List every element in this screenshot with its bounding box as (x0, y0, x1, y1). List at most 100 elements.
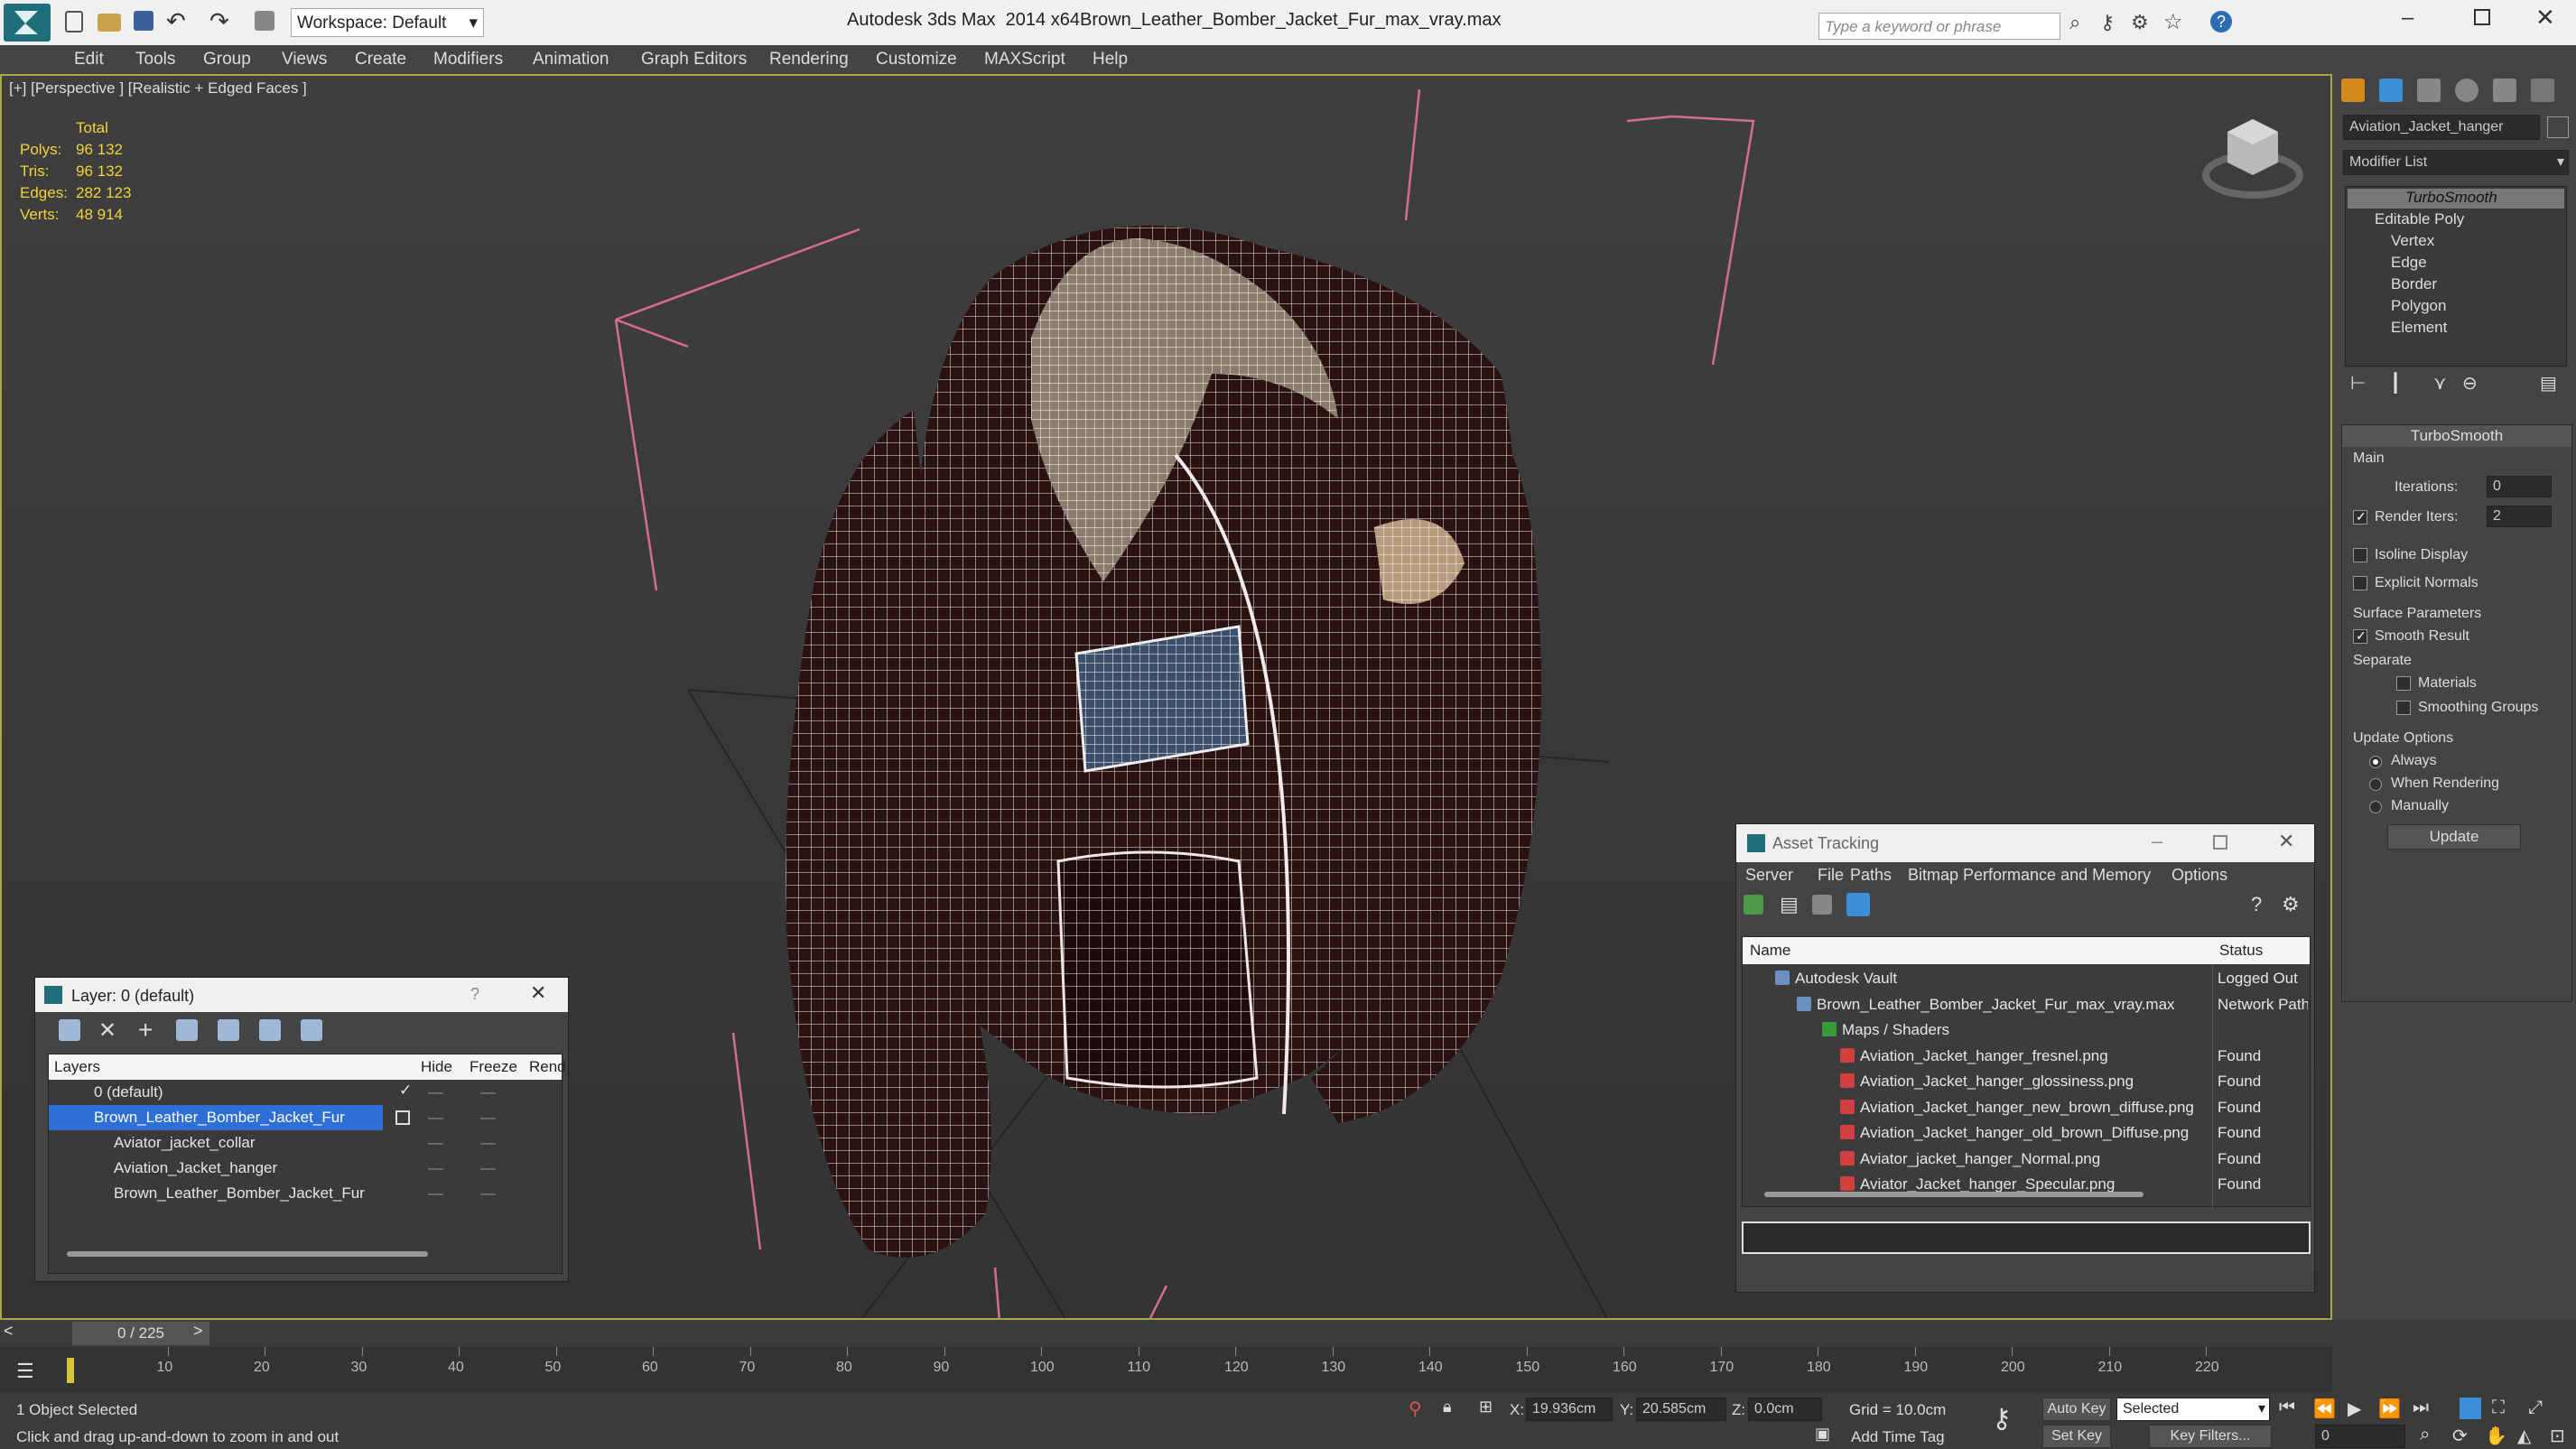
menu-maxscript[interactable]: MAXScript (984, 50, 1065, 70)
minimize-button[interactable]: – (2402, 5, 2413, 31)
smooth-result-checkbox[interactable] (2353, 628, 2367, 644)
display-tab-icon[interactable] (2493, 79, 2516, 102)
key-filters-button[interactable]: Key Filters... (2149, 1425, 2272, 1448)
always-radio[interactable] (2369, 756, 2382, 768)
rollout-header[interactable]: TurboSmooth (2342, 425, 2571, 447)
select-in-layer-icon[interactable] (176, 1019, 198, 1041)
key-mode-toggle-icon[interactable] (2460, 1398, 2481, 1419)
auto-key-button[interactable]: Auto Key (2042, 1398, 2111, 1421)
menu-modifiers[interactable]: Modifiers (433, 50, 503, 70)
menu-options[interactable]: Options (2171, 866, 2227, 885)
add-selection-box-icon[interactable] (395, 1110, 410, 1125)
isoline-display-checkbox[interactable] (2353, 548, 2367, 562)
object-name-field[interactable]: Aviation_Jacket_hanger (2343, 115, 2540, 140)
track-bar[interactable]: ☰ 10 20 30 40 50 60 70 80 90 100 110 120 130 140 150 16… (0, 1347, 2332, 1392)
hierarchy-tab-icon[interactable] (2417, 79, 2441, 102)
status-header[interactable]: Status (2219, 942, 2263, 960)
add-time-tag-icon[interactable]: ▣ (1815, 1425, 1830, 1444)
table-row[interactable]: Brown_Leather_Bomber_Jacket_Fur — — (49, 1181, 562, 1206)
render-iters-spinner[interactable]: 2 (2487, 506, 2552, 527)
time-slider[interactable]: < 0 / 225 > (0, 1320, 2332, 1347)
stack-item-edge[interactable]: Edge (2391, 254, 2427, 272)
prev-key-icon[interactable]: ⏪ (2313, 1398, 2336, 1420)
close-button[interactable]: ✕ (2535, 4, 2555, 32)
frame-counter[interactable]: 0 / 225 (72, 1322, 209, 1345)
stack-item-element[interactable]: Element (2391, 319, 2447, 337)
table-view-icon[interactable] (1846, 893, 1870, 916)
hide-toggle[interactable]: — (428, 1134, 443, 1152)
make-unique-icon[interactable]: ⋎ (2433, 372, 2447, 395)
minimize-button[interactable]: – (2152, 830, 2162, 853)
go-to-end-icon[interactable]: ⏭ (2413, 1398, 2429, 1418)
smoothing-groups-checkbox[interactable] (2396, 701, 2411, 715)
render-iters-checkbox[interactable] (2353, 509, 2367, 525)
maximize-toggle-icon[interactable]: ⊡ (2550, 1425, 2565, 1447)
layer-window-titlebar[interactable]: Layer: 0 (default) ? ✕ (35, 978, 568, 1012)
modify-tab-icon[interactable] (2379, 79, 2403, 102)
horizontal-scrollbar[interactable] (1764, 1192, 2144, 1197)
table-row[interactable]: Brown_Leather_Bomber_Jacket_Fur — — (49, 1105, 562, 1130)
stack-item-turbosmooth[interactable]: TurboSmooth (2348, 189, 2564, 209)
z-coordinate-field[interactable]: 0.0cm (1748, 1398, 1822, 1421)
freeze-toggle[interactable]: — (480, 1184, 496, 1203)
table-row[interactable]: Aviation_Jacket_hanger_new_brown_diffuse… (1743, 1095, 2310, 1120)
menu-tools[interactable]: Tools (135, 50, 175, 70)
menu-file[interactable]: File (1818, 866, 1844, 885)
menu-server[interactable]: Server (1745, 866, 1793, 885)
open-file-icon[interactable] (98, 14, 121, 32)
freeze-toggle[interactable]: — (480, 1083, 496, 1101)
key-icon[interactable]: ⚷ (2100, 11, 2115, 34)
hide-toggle[interactable]: — (428, 1083, 443, 1101)
menu-paths[interactable]: Paths (1850, 866, 1892, 885)
manually-radio[interactable] (2369, 801, 2382, 813)
add-time-tag[interactable]: Add Time Tag (1851, 1428, 1945, 1446)
delete-layer-icon[interactable]: ✕ (98, 1017, 116, 1044)
menu-views[interactable]: Views (282, 50, 327, 70)
menu-group[interactable]: Group (203, 50, 251, 70)
pan-icon[interactable]: ✋ (2485, 1425, 2507, 1447)
motion-tab-icon[interactable] (2455, 79, 2478, 102)
layers-header[interactable]: Layers (54, 1058, 100, 1076)
list-view-icon[interactable]: ▤ (1780, 893, 1799, 916)
stack-item-editable-poly[interactable]: Editable Poly (2375, 210, 2464, 228)
table-row[interactable]: Maps / Shaders (1743, 1017, 2310, 1043)
stack-item-border[interactable]: Border (2391, 275, 2437, 293)
asset-path-field[interactable] (1742, 1221, 2311, 1254)
freeze-toggle[interactable]: — (480, 1134, 496, 1152)
maximize-button[interactable] (2213, 835, 2227, 850)
highlight-layer-icon[interactable] (218, 1019, 239, 1041)
y-coordinate-field[interactable]: 20.585cm (1636, 1398, 1726, 1421)
exchange-icon[interactable]: ⚙ (2131, 11, 2149, 34)
create-layer-icon[interactable] (59, 1019, 80, 1041)
layer-help-button[interactable]: ? (470, 985, 479, 1004)
pin-stack-icon[interactable]: ⊢ (2350, 372, 2366, 395)
table-row[interactable]: Aviator_jacket_hanger_Normal.png Found (1743, 1147, 2310, 1172)
prev-frame-arrow-icon[interactable]: < (4, 1322, 14, 1341)
maximize-viewport-icon[interactable]: ⤢ (2528, 1398, 2543, 1418)
workspace-dropdown[interactable]: Workspace: Default ▾ (291, 8, 484, 37)
set-key-button[interactable]: Set Key (2042, 1425, 2111, 1448)
layer-close-button[interactable]: ✕ (530, 981, 546, 1005)
hide-toggle[interactable]: — (428, 1159, 443, 1177)
star-icon[interactable]: ☆ (2163, 9, 2183, 35)
render-header[interactable]: Rend (529, 1058, 566, 1076)
search-input[interactable]: Type a keyword or phrase (1818, 13, 2060, 40)
table-row[interactable]: Brown_Leather_Bomber_Jacket_Fur_max_vray… (1743, 992, 2310, 1017)
binoculars-icon[interactable]: ⌕ (2069, 11, 2080, 34)
help-icon[interactable]: ? (2210, 11, 2232, 33)
table-row[interactable]: Autodesk Vault Logged Out (1743, 966, 2310, 991)
iterations-spinner[interactable]: 0 (2487, 476, 2552, 497)
next-key-icon[interactable]: ⏩ (2378, 1398, 2401, 1420)
maximize-button[interactable] (2474, 9, 2490, 25)
redo-icon[interactable]: ↷ (209, 7, 229, 35)
update-button[interactable]: Update (2387, 824, 2521, 850)
settings-icon[interactable]: ⚙ (2282, 893, 2300, 916)
play-icon[interactable]: ▶ (2348, 1398, 2361, 1420)
stack-item-polygon[interactable]: Polygon (2391, 297, 2446, 315)
asset-tracking-titlebar[interactable]: Asset Tracking – ✕ (1736, 824, 2314, 862)
go-to-start-icon[interactable]: ⏮ (2279, 1398, 2295, 1418)
table-row[interactable]: Aviation_Jacket_hanger_glossiness.png Fou… (1743, 1069, 2310, 1094)
hide-all-icon[interactable] (259, 1019, 281, 1041)
modifier-list-dropdown[interactable]: Modifier List ▾ (2343, 150, 2569, 175)
explicit-normals-checkbox[interactable] (2353, 576, 2367, 590)
